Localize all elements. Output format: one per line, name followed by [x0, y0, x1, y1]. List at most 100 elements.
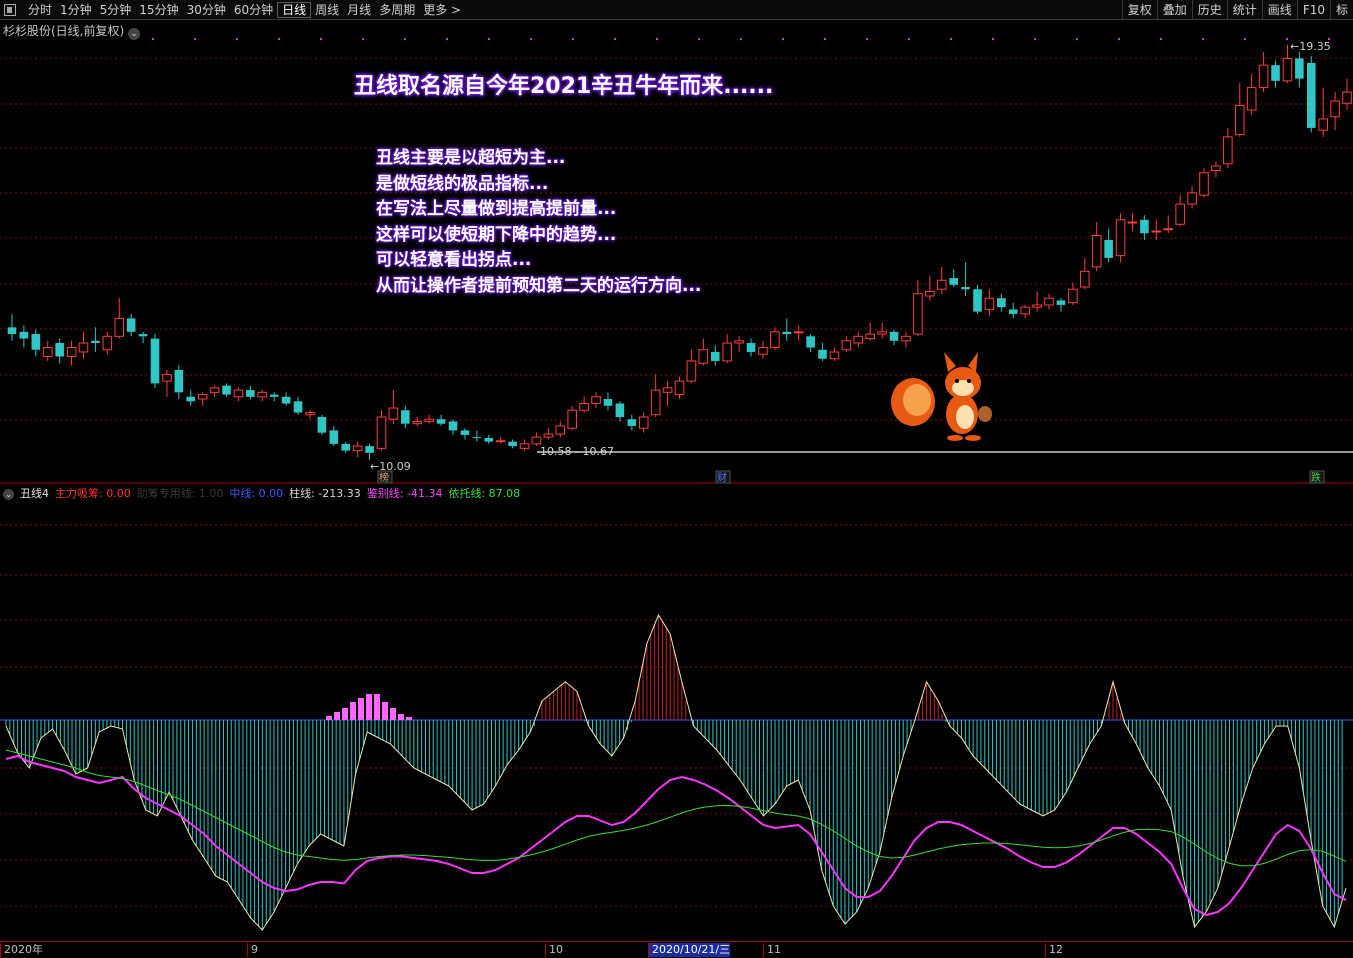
signal-dot: [656, 38, 658, 40]
signal-dot: [194, 38, 196, 40]
accumulation-bar: [358, 698, 364, 720]
candle-body: [257, 391, 268, 398]
candle-body: [686, 360, 697, 382]
candle-body: [1044, 297, 1054, 306]
date-label: 9: [247, 943, 258, 957]
candle-body: [662, 387, 673, 393]
signal-dot: [698, 38, 700, 40]
candle-body: [806, 336, 815, 348]
candle-body: [591, 396, 601, 405]
candle-body: [758, 347, 768, 355]
indicator-value: 鉴别线: -41.34: [366, 487, 443, 500]
candle-body: [543, 433, 554, 438]
signal-dot: [404, 38, 406, 40]
candle-body: [841, 340, 852, 351]
candle-body: [412, 420, 423, 425]
candle-body: [531, 436, 542, 445]
annotation-note: 从而让操作者提前预知第二天的运行方向...: [376, 275, 702, 296]
candle-body: [55, 343, 64, 357]
candle-body: [7, 327, 17, 335]
candle-body: [246, 390, 255, 397]
candle-body: [519, 443, 530, 449]
candle-body: [818, 349, 827, 359]
candle-body: [913, 293, 923, 335]
candle-body: [603, 399, 613, 406]
candle-body: [1091, 234, 1102, 268]
indicator-value: 助筹专用线: 1.00: [136, 487, 224, 500]
annotation-note: 这样可以使短期下降中的趋势...: [376, 224, 617, 245]
candle-body: [650, 389, 661, 416]
event-marker-label: 榜: [379, 471, 389, 484]
candle-body: [209, 387, 220, 393]
candle-body: [329, 430, 339, 444]
candle-body: [1234, 105, 1245, 136]
candle-body: [78, 342, 89, 353]
candle-body: [436, 419, 446, 424]
annotation-note: 丑线主要是以超短为主...: [376, 148, 566, 168]
accumulation-bar: [406, 717, 412, 720]
squirrel-icon: [967, 379, 971, 383]
candle-body: [174, 369, 184, 393]
candle-body: [782, 331, 792, 335]
candle-body: [734, 340, 744, 344]
candle-body: [674, 380, 685, 396]
date-label: 10: [545, 943, 563, 957]
candle-body: [1127, 221, 1138, 224]
squirrel-icon: [952, 380, 974, 396]
date-label: 2020年: [0, 943, 43, 957]
candle-body: [1211, 165, 1221, 171]
candle-body: [973, 289, 982, 312]
candle-body: [365, 446, 374, 453]
candle-body: [102, 335, 113, 351]
candle-body: [1271, 65, 1280, 81]
signal-dot: [614, 38, 616, 40]
candle-body: [698, 349, 709, 364]
candle-body: [424, 418, 434, 422]
candle-body: [984, 297, 995, 310]
candle-body: [197, 394, 208, 400]
candle-body: [793, 331, 804, 334]
candle-body: [233, 389, 244, 398]
indicator-value: 依托线: 87.08: [448, 487, 521, 500]
candle-body: [1295, 58, 1304, 79]
candle-body: [281, 396, 291, 404]
candle-body: [1032, 304, 1042, 308]
candle-body: [865, 333, 876, 340]
candle-body: [579, 403, 589, 411]
indicator-value: 柱线: -213.33: [289, 487, 361, 500]
candle-body: [484, 438, 494, 442]
candle-body: [1163, 228, 1174, 231]
candle-body: [401, 410, 410, 424]
chevron-down-icon[interactable]: ⌄: [3, 489, 14, 500]
candle-body: [770, 331, 780, 349]
signal-dot: [950, 38, 952, 40]
accumulation-bar: [382, 702, 388, 720]
signal-dot: [446, 38, 448, 40]
indicator-value: 主力吸筹: 0.00: [55, 487, 131, 500]
candle-body: [162, 373, 172, 382]
candle-body: [293, 401, 303, 413]
chart-canvas[interactable]: ←19.35←10.0910.58 - 10.67榜财跌: [0, 0, 1353, 958]
candle-body: [877, 331, 887, 335]
candle-body: [853, 335, 864, 344]
indicator-name[interactable]: 丑线4: [20, 486, 49, 502]
squirrel-icon: [944, 352, 956, 372]
signal-dot: [1202, 38, 1204, 40]
signal-dot: [1034, 38, 1036, 40]
date-axis: 2020年 9 10 2020/10/21/三 11 12: [0, 941, 1353, 958]
candle-body: [1318, 118, 1328, 131]
candle-body: [1175, 203, 1185, 225]
high-price-label: ←19.35: [1290, 40, 1331, 53]
candle-body: [114, 317, 125, 337]
candle-body: [448, 421, 458, 431]
candle-body: [269, 394, 279, 397]
squirrel-icon: [978, 406, 992, 422]
signal-dot: [362, 38, 364, 40]
candle-body: [1115, 219, 1126, 257]
signal-dot: [152, 38, 154, 40]
candle-body: [472, 437, 482, 439]
event-marker-label: 财: [717, 471, 727, 484]
indicator-line-0: [5, 613, 1347, 931]
candle-body: [1199, 172, 1209, 196]
candle-body: [949, 278, 958, 285]
